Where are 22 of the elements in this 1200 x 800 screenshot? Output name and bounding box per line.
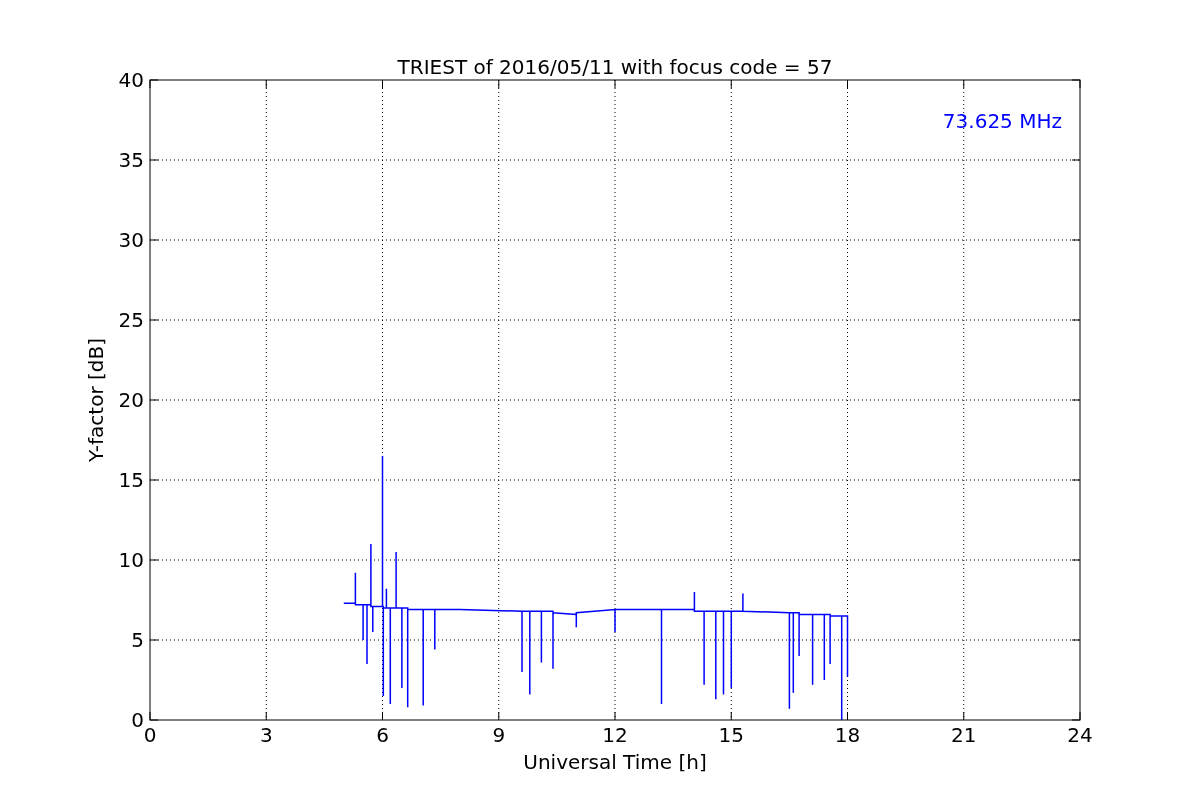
series-label: 73.625 MHz bbox=[942, 109, 1062, 133]
x-tick-label: 12 bbox=[602, 723, 628, 747]
y-tick-label: 35 bbox=[118, 148, 144, 172]
x-tick-label: 6 bbox=[376, 723, 389, 747]
chart-title: TRIEST of 2016/05/11 with focus code = 57 bbox=[397, 55, 833, 79]
x-tick-label: 18 bbox=[834, 723, 861, 747]
x-tick-label: 3 bbox=[259, 723, 273, 747]
y-tick-label: 5 bbox=[131, 628, 144, 652]
y-tick-label: 15 bbox=[118, 468, 144, 492]
x-axis-label: Universal Time [h] bbox=[523, 750, 707, 774]
x-tick-label: 24 bbox=[1067, 723, 1093, 747]
y-tick-label: 40 bbox=[118, 68, 144, 92]
x-tick-label: 21 bbox=[951, 723, 977, 747]
y-tick-label: 25 bbox=[118, 308, 144, 332]
y-tick-label: 20 bbox=[118, 388, 144, 412]
x-tick-label: 0 bbox=[143, 723, 157, 747]
y-tick-label: 0 bbox=[131, 708, 144, 732]
x-tick-label: 9 bbox=[492, 723, 506, 747]
y-axis-label: Y-factor [dB] bbox=[84, 338, 108, 462]
y-tick-label: 10 bbox=[118, 548, 144, 572]
x-tick-label: 15 bbox=[718, 723, 744, 747]
y-tick-label: 30 bbox=[118, 228, 144, 252]
